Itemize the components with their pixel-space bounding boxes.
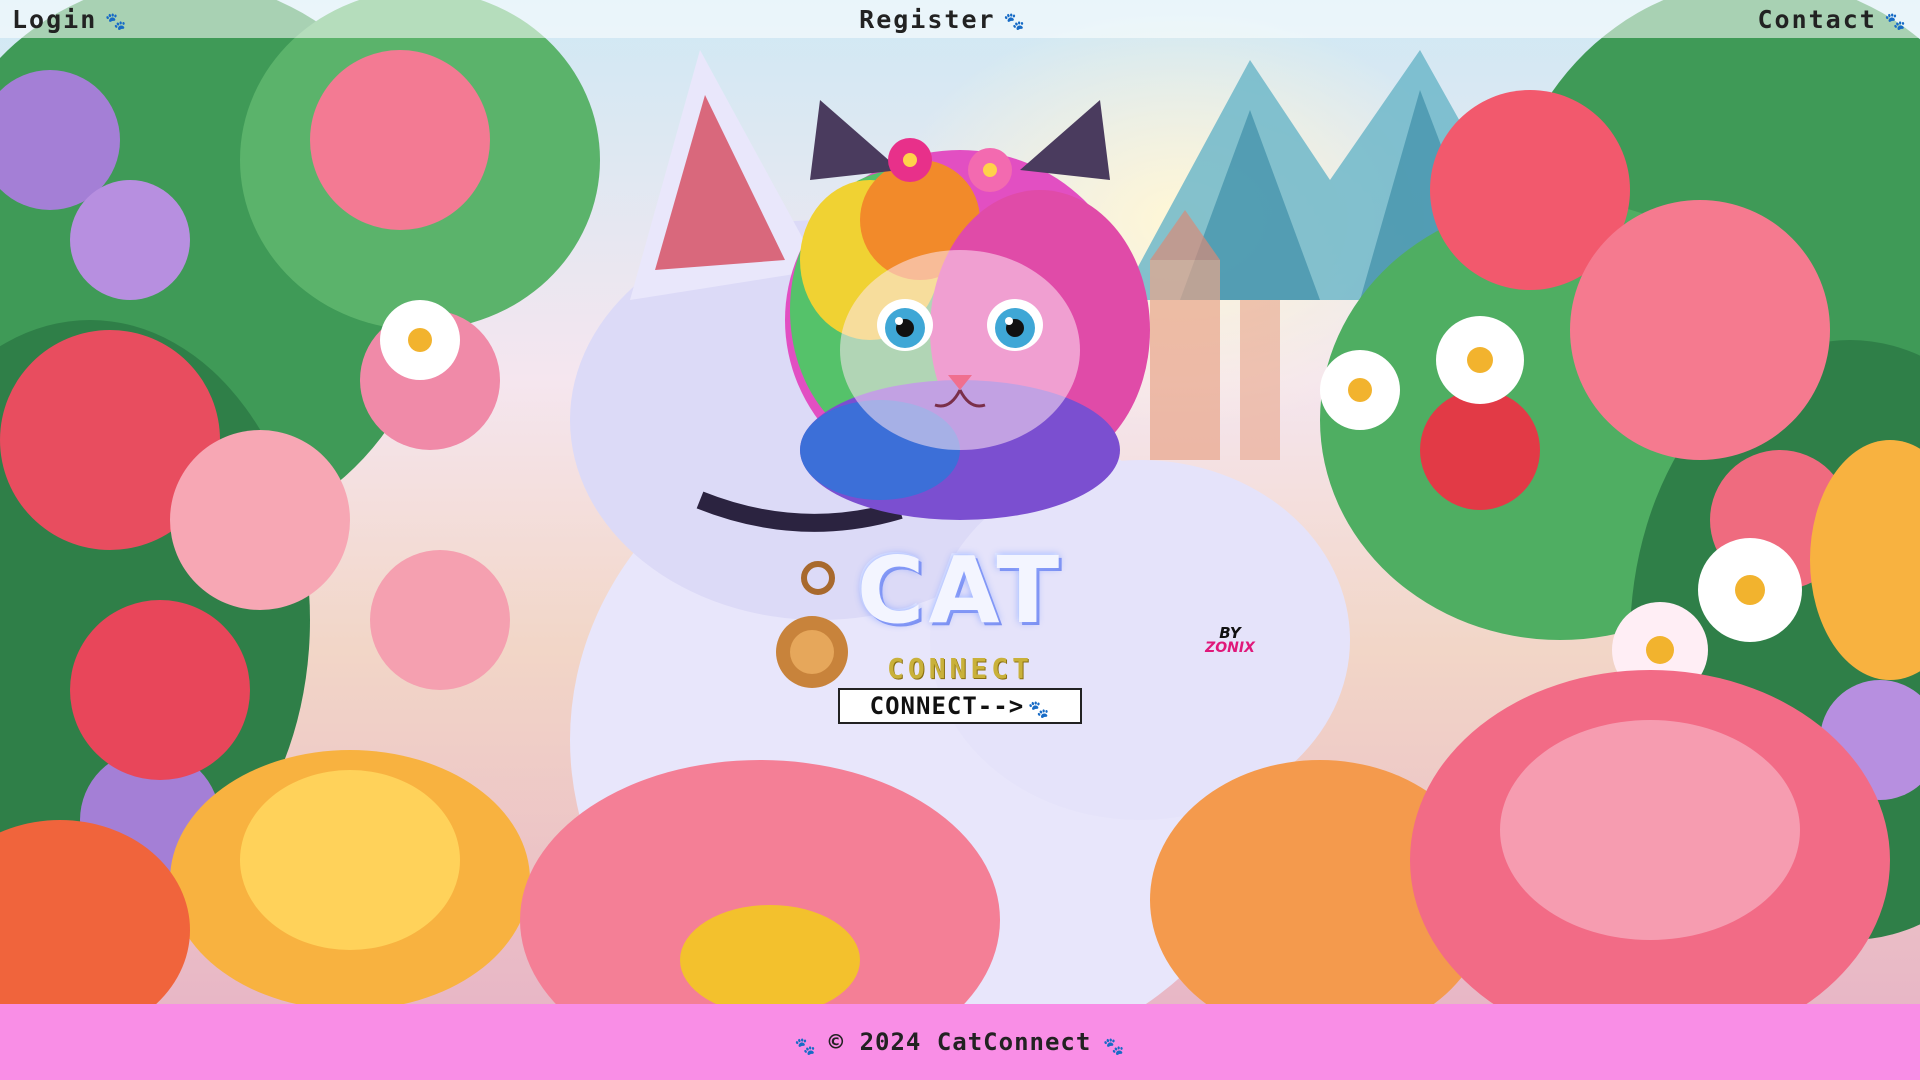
credit-by-label: BY [1219, 624, 1241, 642]
paw-icon: 🐾 [105, 12, 129, 32]
nav-register-label: Register [859, 4, 996, 34]
connect-button[interactable]: CONNECT--> 🐾 [838, 688, 1082, 724]
footer: 🐾 © 2024 CatConnect 🐾 [0, 1004, 1920, 1080]
nav-contact-link[interactable]: Contact 🐾 [1757, 5, 1908, 34]
artist-credit: BY ZONIX [1200, 624, 1260, 656]
nav-login-link[interactable]: Login 🐾 [12, 5, 128, 34]
nav-login-label: Login [12, 4, 98, 34]
hero-logo: CAT CONNECT [760, 90, 1160, 685]
logo-title: CAT [856, 537, 1064, 644]
paw-icon: 🐾 [1028, 700, 1051, 720]
credit-name: ZONIX [1205, 640, 1255, 656]
paw-icon: 🐾 [794, 1037, 817, 1057]
paw-icon: 🐾 [1884, 12, 1908, 32]
rainbow-kitten-logo-icon [785, 100, 1150, 520]
paw-icon: 🐾 [1103, 1037, 1126, 1057]
nav-contact-label: Contact [1757, 4, 1877, 34]
logo-subtitle: CONNECT [886, 652, 1033, 685]
footer-copyright: © 2024 CatConnect [828, 1028, 1092, 1056]
top-nav: Login 🐾 Register 🐾 Contact 🐾 [0, 0, 1920, 38]
paw-icon: 🐾 [1003, 12, 1027, 32]
connect-button-label: CONNECT--> [869, 692, 1025, 720]
nav-register-link[interactable]: Register 🐾 [859, 5, 1027, 34]
